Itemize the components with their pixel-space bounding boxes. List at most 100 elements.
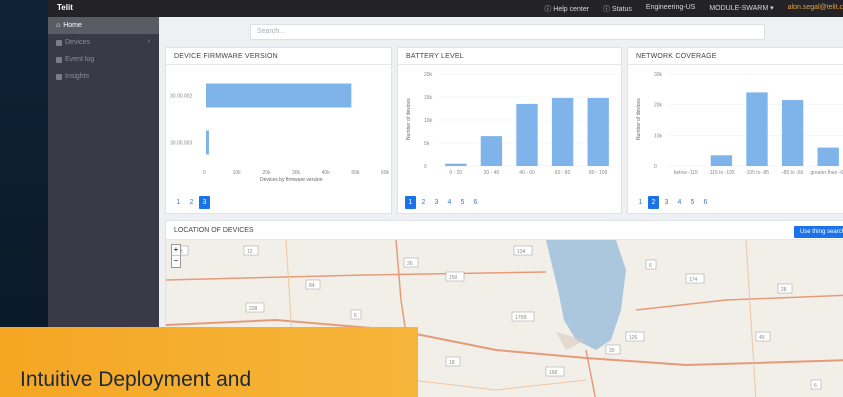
road-shield: 6	[810, 379, 822, 390]
y-tick-label: 5k	[424, 141, 430, 147]
road-shield-label: 168	[549, 370, 558, 376]
x-tick-label: 40k	[322, 170, 331, 176]
x-tick-label: 60k	[381, 170, 390, 176]
road-shield: 26	[403, 257, 419, 268]
firmware-pager: 123	[173, 196, 210, 209]
x-tick-label: -105 to -85	[745, 170, 769, 176]
status-link[interactable]: ⓘ Status	[603, 4, 632, 14]
page-button[interactable]: 3	[661, 196, 672, 209]
firmware-chart: 30.00.002 30.00.003 0 10k 20k 30k 40k 50k 60k Dev…	[170, 83, 390, 183]
y-tick-label: 30k	[654, 72, 663, 78]
bar[interactable]	[206, 130, 209, 155]
road-shield-label: 30	[609, 348, 615, 354]
road-shield-label: 175B	[515, 315, 527, 321]
bar[interactable]	[516, 103, 538, 166]
module-dropdown[interactable]: MODULE-SWARM ▾	[709, 4, 773, 14]
road-shield-label: 84	[309, 283, 315, 289]
page-button[interactable]: 2	[186, 196, 197, 209]
folder-icon	[56, 39, 62, 46]
org-selector[interactable]: Engineering-US	[646, 4, 695, 14]
brand-logo[interactable]: Telit	[57, 3, 73, 12]
network-pager: 123456	[635, 196, 711, 209]
page-button[interactable]: 3	[431, 196, 442, 209]
x-tick-label: 30k	[292, 170, 301, 176]
road-shield-label: 6	[814, 383, 817, 389]
calendar-icon	[56, 56, 62, 63]
zoom-in-button[interactable]: +	[172, 245, 180, 256]
zoom-control: + −	[171, 244, 181, 268]
page-button[interactable]: 1	[635, 196, 646, 209]
sidebar-item-insights[interactable]: Insights	[48, 68, 159, 85]
battery-panel: BATTERY LEVEL 0 5k 10k 15k 20k Number of devi…	[397, 47, 622, 214]
y-axis-label: Number of devices	[406, 98, 412, 140]
x-tick-label: -85 to -60	[782, 170, 804, 176]
sidebar-item-label: Event log	[65, 56, 95, 63]
bar[interactable]	[710, 155, 733, 166]
road-shield: 6	[350, 309, 362, 320]
page-button[interactable]: 3	[199, 196, 210, 209]
road-shield: 6	[645, 259, 657, 270]
bar[interactable]	[587, 97, 609, 166]
page-button[interactable]: 5	[687, 196, 698, 209]
chevron-right-icon: ›	[147, 38, 150, 45]
home-icon: ⌂	[56, 22, 61, 29]
page-button[interactable]: 6	[700, 196, 711, 209]
panel-title: LOCATION OF DEVICES	[166, 221, 843, 240]
thing-search-button[interactable]: Use thing search	[793, 226, 843, 238]
x-tick-label: 40 - 60	[519, 170, 535, 176]
page-button[interactable]: 2	[648, 196, 659, 209]
y-axis-label: Number of devices	[636, 98, 642, 140]
road-shield: 168	[545, 366, 565, 377]
y-tick-label: 0	[654, 164, 657, 170]
help-center-label: Help center	[553, 6, 590, 13]
page-button[interactable]: 6	[470, 196, 481, 209]
road-shield: 12	[243, 245, 259, 256]
page-button[interactable]: 1	[173, 196, 184, 209]
x-tick-label: 10k	[233, 170, 242, 176]
x-tick-label: greater than -60	[810, 170, 843, 176]
road-shield-label: 150	[449, 275, 458, 281]
road-shield: 40	[755, 331, 771, 342]
x-tick-label: below -115	[674, 170, 698, 176]
road-shield: 238	[245, 302, 265, 313]
bar[interactable]	[480, 136, 503, 166]
bar[interactable]	[551, 97, 574, 166]
sidebar-item-event-log[interactable]: Event log	[48, 51, 159, 68]
sidebar-item-devices[interactable]: Devices ›	[48, 34, 159, 51]
road-shield-label: 26	[407, 261, 413, 267]
y-tick-label: 10k	[654, 133, 663, 139]
page-button[interactable]: 2	[418, 196, 429, 209]
road-shield: 150	[445, 271, 465, 282]
x-tick-label: 80 - 100	[589, 170, 608, 176]
sidebar-item-label: Insights	[65, 73, 90, 80]
user-menu[interactable]: alon.segal@telit.c	[788, 4, 843, 14]
road-shield: 18	[445, 356, 461, 367]
sidebar-item-home[interactable]: ⌂ Home	[48, 17, 159, 34]
bar[interactable]	[746, 92, 768, 166]
page-button[interactable]: 1	[405, 196, 416, 209]
zoom-out-button[interactable]: −	[172, 256, 180, 267]
y-tick-label: 20k	[424, 72, 433, 78]
bar[interactable]	[817, 147, 839, 166]
help-center-link[interactable]: ⓘ Help center	[544, 4, 589, 14]
bar[interactable]	[206, 83, 352, 108]
x-axis-label: Devices by firmware version	[260, 177, 323, 183]
road-shield: 84	[305, 279, 321, 290]
road-shield-label: 18	[449, 360, 455, 366]
page-button[interactable]: 4	[444, 196, 455, 209]
road-shield-label: 6	[354, 313, 357, 319]
battery-pager: 123456	[405, 196, 481, 209]
top-bar: Telit ⓘ Help center ⓘ Status Engineering…	[48, 0, 843, 17]
search-input[interactable]: Search...	[250, 24, 765, 40]
bar[interactable]	[781, 100, 804, 166]
y-tick-label: 30.00.003	[170, 141, 192, 147]
sidebar-item-label: Home	[63, 22, 82, 29]
road-shield: 30	[605, 344, 621, 355]
road-shield-label: 134	[517, 249, 526, 255]
bar[interactable]	[445, 163, 467, 166]
status-label: Status	[612, 6, 632, 13]
firmware-panel: DEVICE FIRMWARE VERSION 30.00.002 30.00.0…	[165, 47, 392, 214]
page-button[interactable]: 5	[457, 196, 468, 209]
page-button[interactable]: 4	[674, 196, 685, 209]
x-tick-label: 20 - 40	[484, 170, 500, 176]
